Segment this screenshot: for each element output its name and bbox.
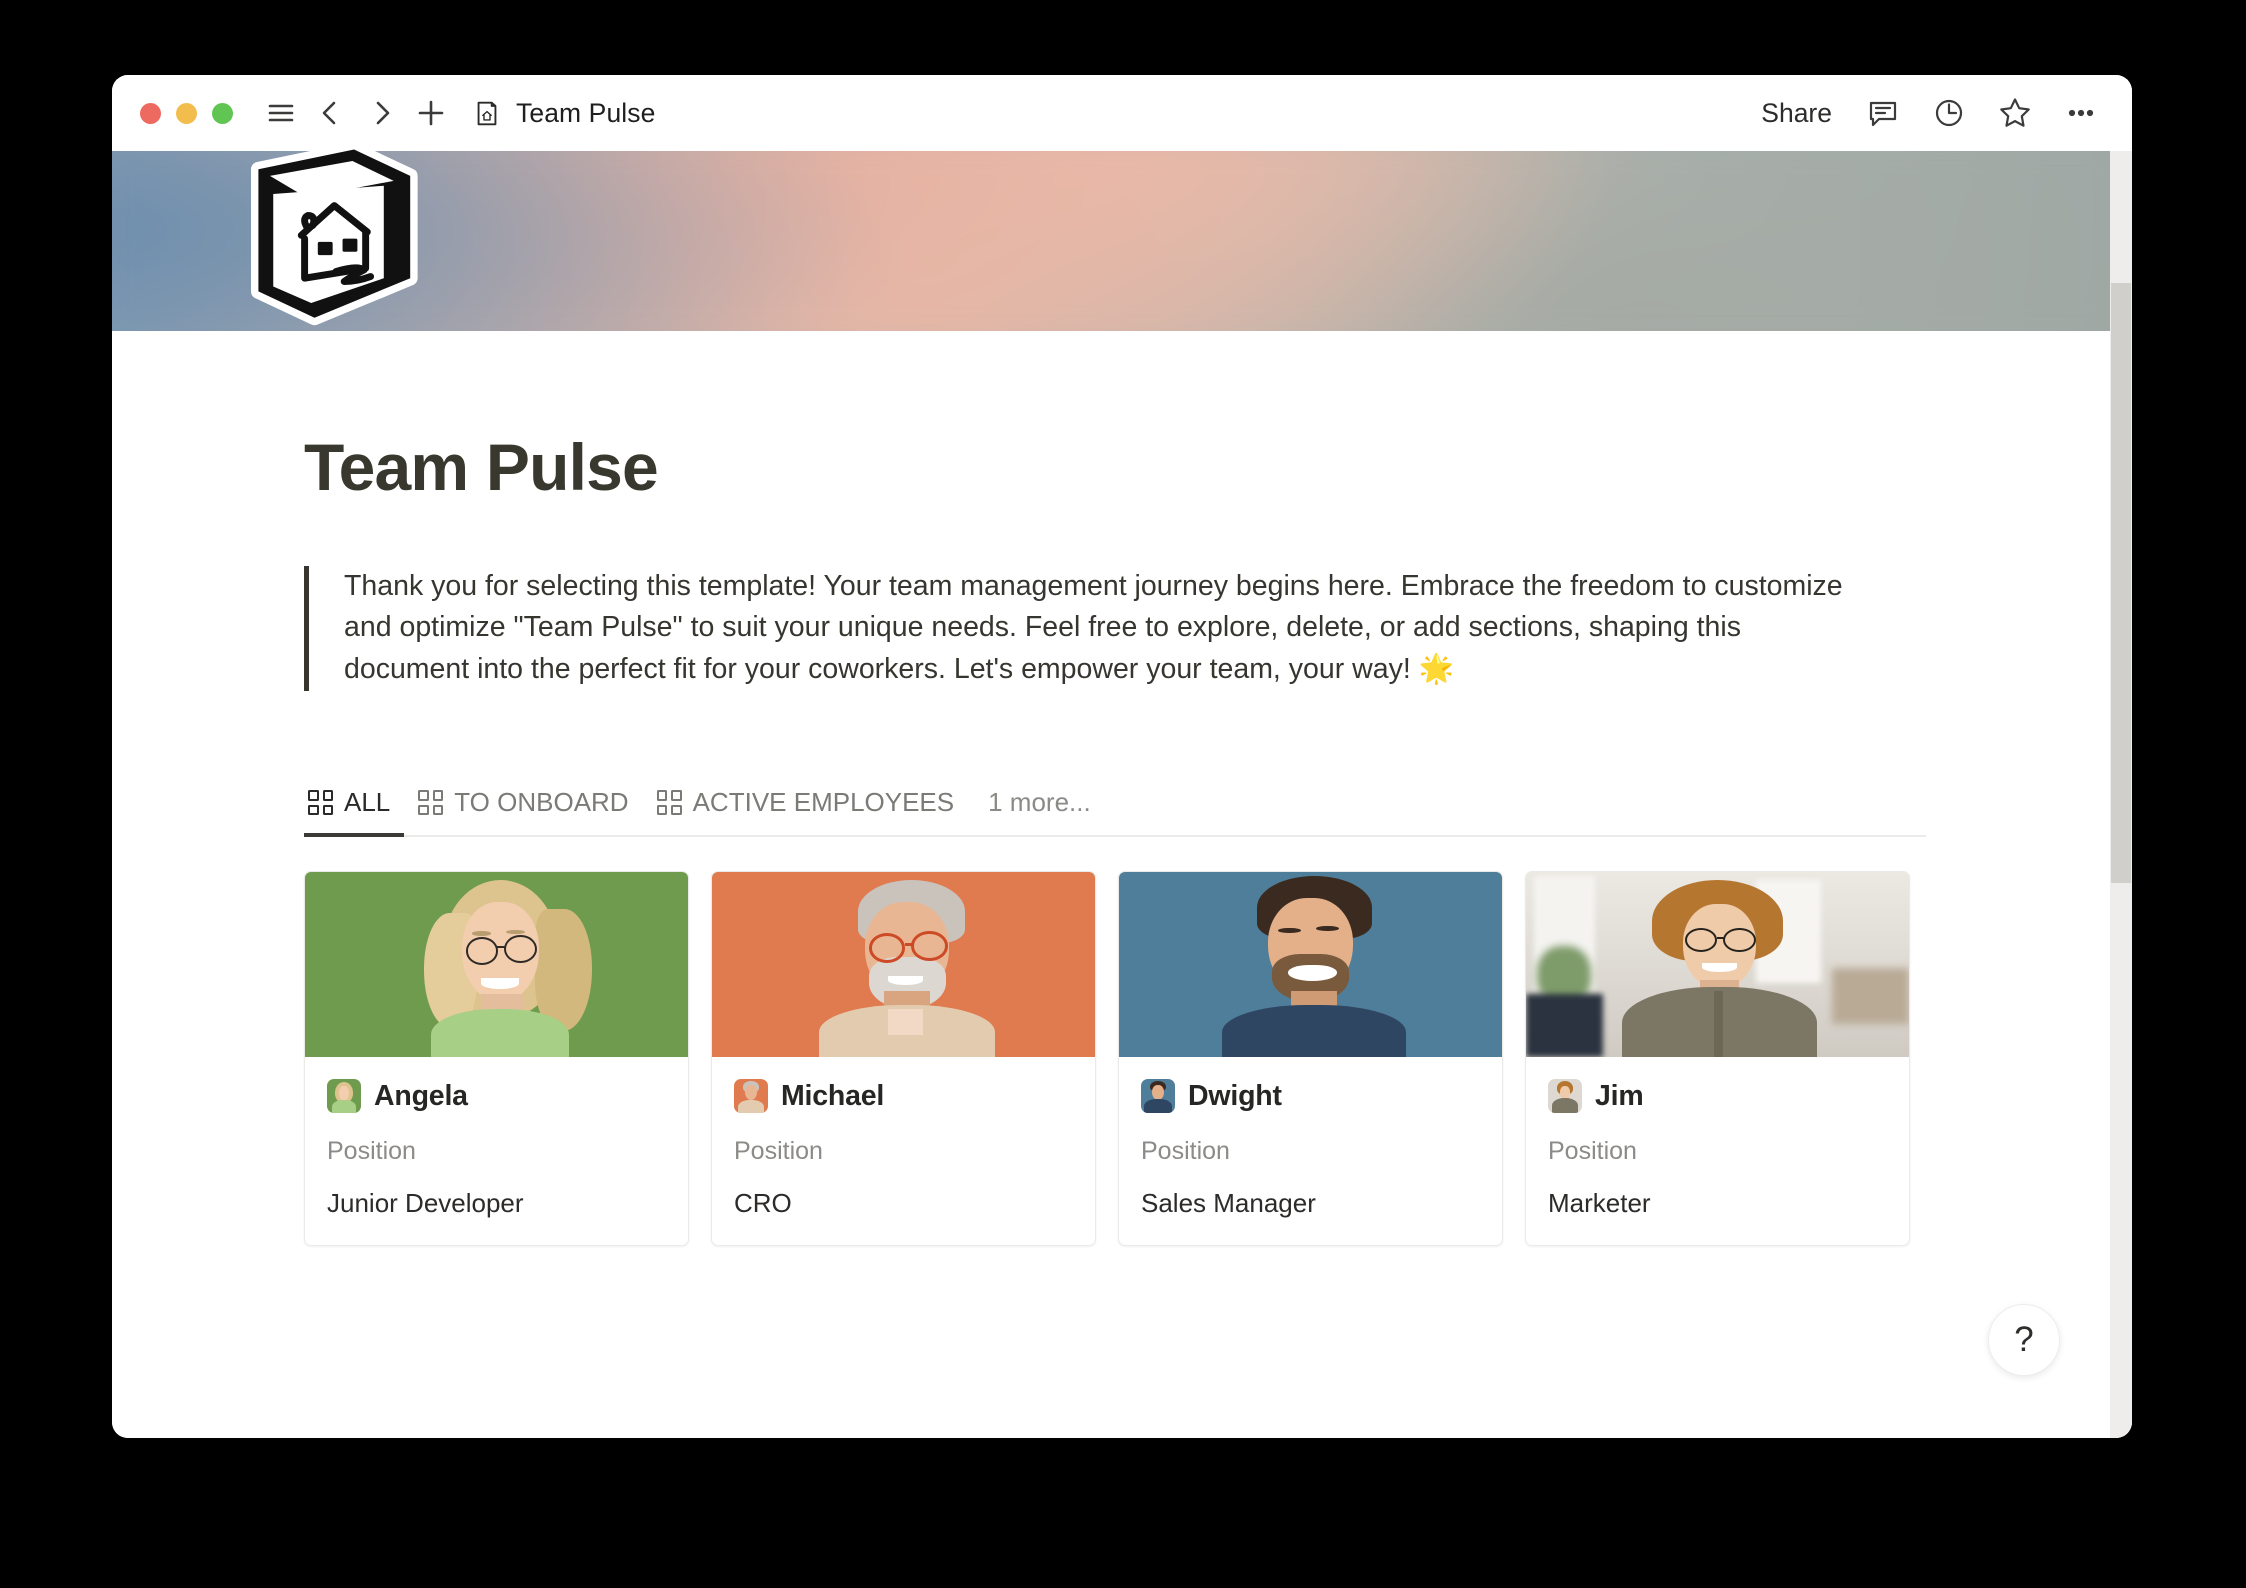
card-cover-photo (712, 872, 1095, 1058)
card-body: Angela Position Junior Developer (305, 1057, 688, 1245)
card-property-label: Position (1548, 1137, 1637, 1166)
clock-icon[interactable] (1926, 90, 1972, 136)
card-cover-photo (1526, 872, 1909, 1058)
tab-active-employees[interactable]: ACTIVE EMPLOYEES (643, 781, 969, 835)
titlebar-left-icon-group (259, 91, 453, 135)
page-icon (471, 97, 503, 129)
plus-icon[interactable] (409, 91, 453, 135)
hamburger-menu-icon[interactable] (259, 91, 303, 135)
close-window-button[interactable] (140, 102, 161, 124)
database-view-tabs: ALL TO ONBOARD ACTIVE EMPLOYEES 1 more..… (304, 781, 1926, 838)
document-title: Team Pulse (516, 97, 656, 128)
card-body: Michael Position CRO (712, 1057, 1095, 1245)
gallery-card-angela[interactable]: Angela Position Junior Developer (304, 871, 689, 1247)
avatar (1141, 1079, 1175, 1114)
app-window: Team Pulse Share Team Pulse Thank you fo… (112, 75, 2132, 1438)
titlebar-actions: Share (1753, 90, 2104, 136)
avatar (327, 1079, 361, 1114)
traffic-light-controls (140, 102, 233, 124)
tab-all[interactable]: ALL (304, 781, 405, 838)
card-body: Dwight Position Sales Manager (1119, 1057, 1502, 1245)
card-property-value: Sales Manager (1141, 1188, 1316, 1219)
card-property-label: Position (1141, 1137, 1230, 1166)
gallery-card-jim[interactable]: Jim Position Marketer (1525, 871, 1910, 1247)
document-breadcrumb[interactable]: Team Pulse (471, 97, 655, 129)
gallery-card-dwight[interactable]: Dwight Position Sales Manager (1118, 871, 1503, 1247)
card-cover-photo (305, 872, 688, 1058)
card-name-row: Dwight (1141, 1079, 1480, 1114)
card-cover-photo (1119, 872, 1502, 1058)
card-name: Michael (781, 1079, 885, 1112)
maximize-window-button[interactable] (212, 102, 233, 124)
chevron-left-icon[interactable] (309, 91, 353, 135)
ellipsis-icon[interactable] (2058, 90, 2104, 136)
tab-all-label: ALL (344, 787, 391, 818)
avatar (734, 1079, 768, 1114)
card-property-value: CRO (734, 1188, 792, 1219)
cube-house-icon[interactable] (232, 133, 430, 331)
card-property-value: Marketer (1548, 1188, 1651, 1219)
help-button[interactable]: ? (1988, 1304, 2060, 1376)
card-name-row: Angela (327, 1079, 666, 1114)
vertical-scrollbar-thumb[interactable] (2111, 283, 2131, 883)
quote-text: Thank you for selecting this template! Y… (344, 569, 1843, 686)
comment-icon[interactable] (1860, 90, 1906, 136)
quote-block: Thank you for selecting this template! Y… (304, 565, 1844, 692)
card-name-row: Jim (1548, 1079, 1887, 1114)
gallery-card-list: Angela Position Junior Developer Michael… (304, 871, 2132, 1247)
gallery-grid-icon (656, 790, 682, 816)
gallery-grid-icon (308, 790, 333, 816)
avatar (1548, 1079, 1582, 1114)
page-content-scroll-area: Team Pulse Thank you for selecting this … (112, 331, 2132, 1438)
tab-to-onboard[interactable]: TO ONBOARD (404, 781, 642, 835)
card-property-value: Junior Developer (327, 1188, 524, 1219)
share-button[interactable]: Share (1753, 94, 1840, 133)
page-title: Team Pulse (304, 430, 659, 504)
card-name: Angela (374, 1079, 468, 1112)
card-name: Dwight (1188, 1079, 1282, 1112)
gallery-card-michael[interactable]: Michael Position CRO (711, 871, 1096, 1247)
tab-to-onboard-label: TO ONBOARD (454, 787, 629, 818)
card-body: Jim Position Marketer (1526, 1057, 1909, 1245)
card-property-label: Position (734, 1137, 823, 1166)
card-property-label: Position (327, 1137, 416, 1166)
tab-more-views[interactable]: 1 more... (968, 781, 1105, 835)
card-name: Jim (1595, 1079, 1644, 1112)
chevron-right-icon[interactable] (359, 91, 403, 135)
gallery-grid-icon (418, 790, 444, 816)
minimize-window-button[interactable] (176, 102, 197, 124)
tab-active-employees-label: ACTIVE EMPLOYEES (692, 787, 955, 818)
card-name-row: Michael (734, 1079, 1073, 1114)
vertical-scrollbar-track[interactable] (2110, 151, 2132, 1438)
star-icon[interactable] (1992, 90, 2038, 136)
